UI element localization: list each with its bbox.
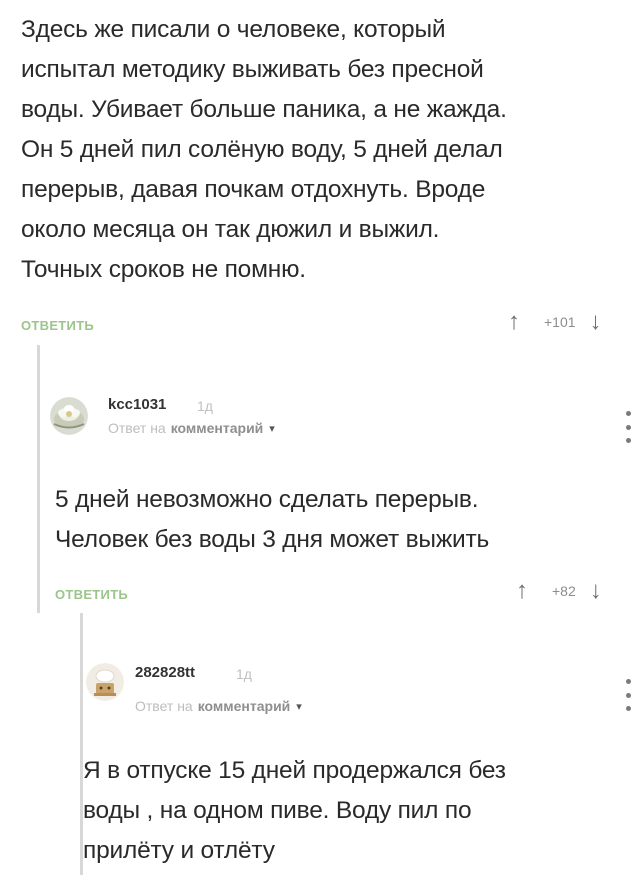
downvote-icon[interactable]: ↓ [590, 310, 602, 334]
avatar[interactable] [86, 663, 124, 701]
comment-line: Человек без воды 3 дня может выжить [55, 526, 490, 553]
comment-reply: kcc1031 1д Ответ на комментарий ▾ 5 дней… [37, 345, 640, 613]
upvote-icon[interactable]: ↑ [516, 579, 528, 603]
more-options-icon[interactable] [622, 411, 634, 443]
vote-count: +82 [552, 583, 576, 599]
comment-line: около месяца он так дюжил и выжил. [21, 216, 440, 243]
timestamp: 1д [236, 666, 252, 682]
comment-line: воды. Убивает больше паника, а не жажда. [21, 96, 507, 123]
username[interactable]: 282828tt [135, 664, 195, 681]
chevron-down-icon: ▾ [296, 700, 302, 713]
reply-to-link[interactable]: Ответ на комментарий ▾ [108, 420, 275, 436]
vote-controls: ↑ +82 ↓ [516, 579, 602, 603]
reply-to-link[interactable]: Ответ на комментарий ▾ [135, 698, 302, 714]
reply-button[interactable]: ОТВЕТИТЬ [21, 318, 94, 333]
comment-line: Здесь же писали о человеке, который [21, 16, 446, 43]
vote-count: +101 [544, 314, 576, 330]
comment-root: Здесь же писали о человеке, который испы… [0, 0, 640, 345]
comment-body: Я в отпуске 15 дней продержался без воды… [83, 751, 628, 871]
comment-line: 5 дней невозможно сделать перерыв. [55, 486, 479, 513]
comment-line: прилёту и отлёту [83, 837, 275, 864]
reply-to-prefix: Ответ на [135, 698, 193, 714]
upvote-icon[interactable]: ↑ [508, 310, 520, 334]
vote-controls: ↑ +101 ↓ [508, 310, 602, 334]
comment-reply: 282828tt 1д Ответ на комментарий ▾ Я в о… [80, 613, 640, 875]
chevron-down-icon: ▾ [269, 422, 275, 435]
comment-line: Точных сроков не помню. [21, 256, 306, 283]
reply-to-target: комментарий [170, 420, 264, 436]
comment-line: испытал методику выживать без пресной [21, 56, 484, 83]
avatar[interactable] [50, 397, 88, 435]
downvote-icon[interactable]: ↓ [590, 579, 602, 603]
comment-line: воды , на одном пиве. Воду пил по [83, 797, 472, 824]
username[interactable]: kcc1031 [108, 396, 166, 413]
more-options-icon[interactable] [622, 679, 634, 711]
chef-avatar-icon [86, 663, 124, 701]
reply-button[interactable]: ОТВЕТИТЬ [55, 587, 128, 602]
comment-body: Здесь же писали о человеке, который испы… [21, 10, 621, 290]
comment-line: Я в отпуске 15 дней продержался без [83, 757, 506, 784]
comment-line: перерыв, давая почкам отдохнуть. Вроде [21, 176, 486, 203]
reply-to-target: комментарий [197, 698, 291, 714]
comment-line: Он 5 дней пил солёную воду, 5 дней делал [21, 136, 503, 163]
timestamp: 1д [197, 398, 213, 414]
flower-avatar-icon [50, 397, 88, 435]
comment-body: 5 дней невозможно сделать перерыв. Челов… [55, 480, 635, 560]
reply-to-prefix: Ответ на [108, 420, 166, 436]
